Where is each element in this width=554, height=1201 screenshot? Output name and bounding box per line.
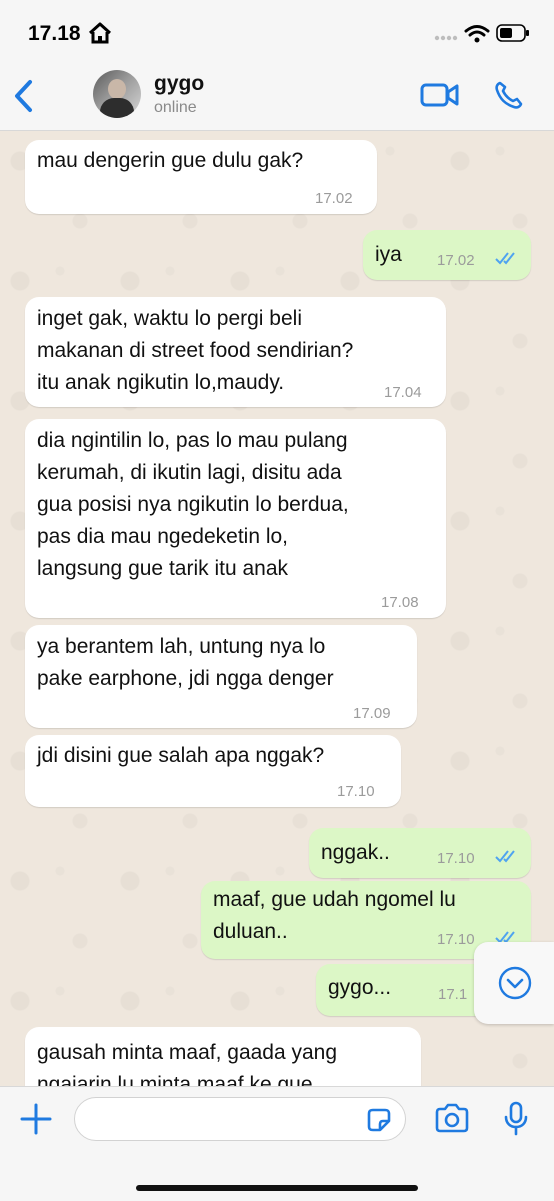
camera-button[interactable]	[434, 1103, 470, 1133]
message-bubble-incoming[interactable]: jdi disini gue salah apa nggak? 17.10	[25, 735, 401, 807]
microphone-button[interactable]	[504, 1101, 528, 1137]
contact-avatar[interactable]	[93, 70, 141, 118]
status-time: 17.18	[28, 22, 81, 45]
message-time: 17.02	[315, 190, 353, 207]
double-check-icon	[495, 252, 515, 265]
message-bubble-incoming[interactable]: mau dengerin gue dulu gak? 17.02	[25, 140, 377, 214]
message-time: 17.10	[437, 931, 475, 948]
sticker-button[interactable]	[366, 1107, 392, 1133]
message-text: ya berantem lah, untung nya lo pake earp…	[37, 635, 334, 690]
back-button[interactable]	[10, 78, 38, 114]
message-input-bar	[0, 1086, 554, 1201]
message-time: 17.04	[384, 384, 422, 401]
message-bubble-incoming[interactable]: ya berantem lah, untung nya lo pake earp…	[25, 625, 417, 728]
signal-icon	[434, 35, 458, 41]
message-bubble-incoming[interactable]: inget gak, waktu lo pergi beli makanan d…	[25, 297, 446, 407]
message-text: gygo...	[328, 976, 392, 999]
message-time: 17.08	[381, 594, 419, 611]
message-time: 17.1	[438, 986, 468, 1003]
contact-name[interactable]: gygo	[154, 72, 204, 96]
battery-icon	[496, 24, 529, 42]
message-text: jdi disini gue salah apa nggak?	[37, 744, 325, 767]
message-bubble-incoming[interactable]: dia ngintilin lo, pas lo mau pulang keru…	[25, 419, 446, 618]
video-call-button[interactable]	[420, 82, 460, 108]
chevron-down-circle-icon	[498, 966, 532, 1000]
message-text: iya	[375, 243, 402, 266]
scroll-to-bottom-button[interactable]	[474, 942, 554, 1024]
message-bubble-outgoing[interactable]: nggak.. 17.10	[309, 828, 531, 878]
chat-header: gygo online	[0, 62, 554, 131]
wifi-icon	[464, 25, 490, 43]
message-text: gausah minta maaf, gaada yang ngajarin l…	[37, 1041, 338, 1086]
message-time: 17.02	[437, 252, 475, 269]
contact-status: online	[154, 99, 197, 116]
message-text: nggak..	[321, 841, 390, 864]
message-input[interactable]	[74, 1097, 406, 1141]
attach-plus-button[interactable]	[20, 1103, 52, 1135]
message-bubble-incoming[interactable]: gausah minta maaf, gaada yang ngajarin l…	[25, 1027, 421, 1086]
message-text: maaf, gue udah ngomel lu duluan..	[213, 888, 456, 943]
message-text: mau dengerin gue dulu gak?	[37, 149, 304, 172]
home-icon	[88, 22, 112, 44]
message-time: 17.09	[353, 705, 391, 722]
message-time: 17.10	[437, 850, 475, 867]
home-indicator	[136, 1185, 418, 1191]
double-check-icon	[495, 850, 515, 863]
chat-area[interactable]: mau dengerin gue dulu gak? 17.02 iya 17.…	[0, 131, 554, 1086]
message-bubble-outgoing[interactable]: iya 17.02	[363, 230, 531, 280]
message-time: 17.10	[337, 783, 375, 800]
message-text: dia ngintilin lo, pas lo mau pulang keru…	[37, 429, 349, 580]
voice-call-button[interactable]	[494, 80, 524, 110]
status-bar: 17.18	[0, 0, 554, 62]
message-text: inget gak, waktu lo pergi beli makanan d…	[37, 307, 354, 394]
